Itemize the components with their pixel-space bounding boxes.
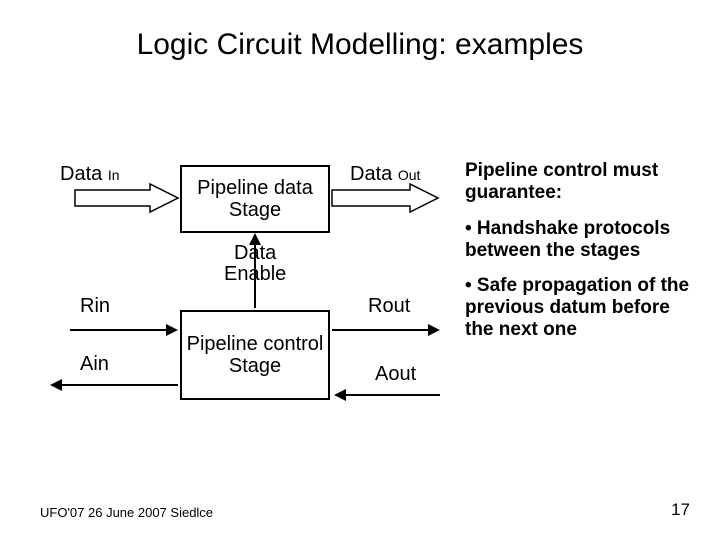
slide: Logic Circuit Modelling: examples Pipeli… [0, 0, 720, 540]
notes-bullet-1: • Handshake protocols between the stages [465, 218, 700, 262]
data-in-label: Data In [60, 163, 120, 186]
pipeline-data-stage-l2: Stage [229, 199, 281, 221]
data-out-arrow [332, 184, 438, 212]
pipeline-control-stage-box: Pipeline control Stage [180, 310, 330, 400]
data-enable-label: Data Enable [224, 243, 286, 285]
footer-left: UFO'07 26 June 2007 Siedlce [40, 505, 213, 520]
data-in-arrow [75, 184, 178, 212]
rin-label: Rin [80, 295, 110, 318]
aout-label: Aout [375, 363, 416, 386]
page-number: 17 [671, 500, 690, 520]
notes-lead: Pipeline control must guarantee: [465, 160, 700, 204]
notes-block: Pipeline control must guarantee: • Hands… [465, 160, 700, 355]
aout-arrow [334, 389, 440, 401]
data-out-label: Data Out [350, 163, 420, 186]
notes-bullet-2: • Safe propagation of the previous datum… [465, 275, 700, 341]
pipeline-data-stage-box: Pipeline data Stage [180, 165, 330, 233]
slide-title: Logic Circuit Modelling: examples [0, 28, 720, 62]
rout-label: Rout [368, 295, 410, 318]
pipeline-data-stage-l1: Pipeline data [197, 177, 313, 199]
rin-arrow [70, 324, 178, 336]
rout-arrow [332, 324, 440, 336]
ain-label: Ain [80, 353, 109, 376]
pipeline-control-stage-l2: Stage [229, 355, 281, 377]
ain-arrow [50, 379, 178, 391]
pipeline-control-stage-l1: Pipeline control [187, 333, 324, 355]
